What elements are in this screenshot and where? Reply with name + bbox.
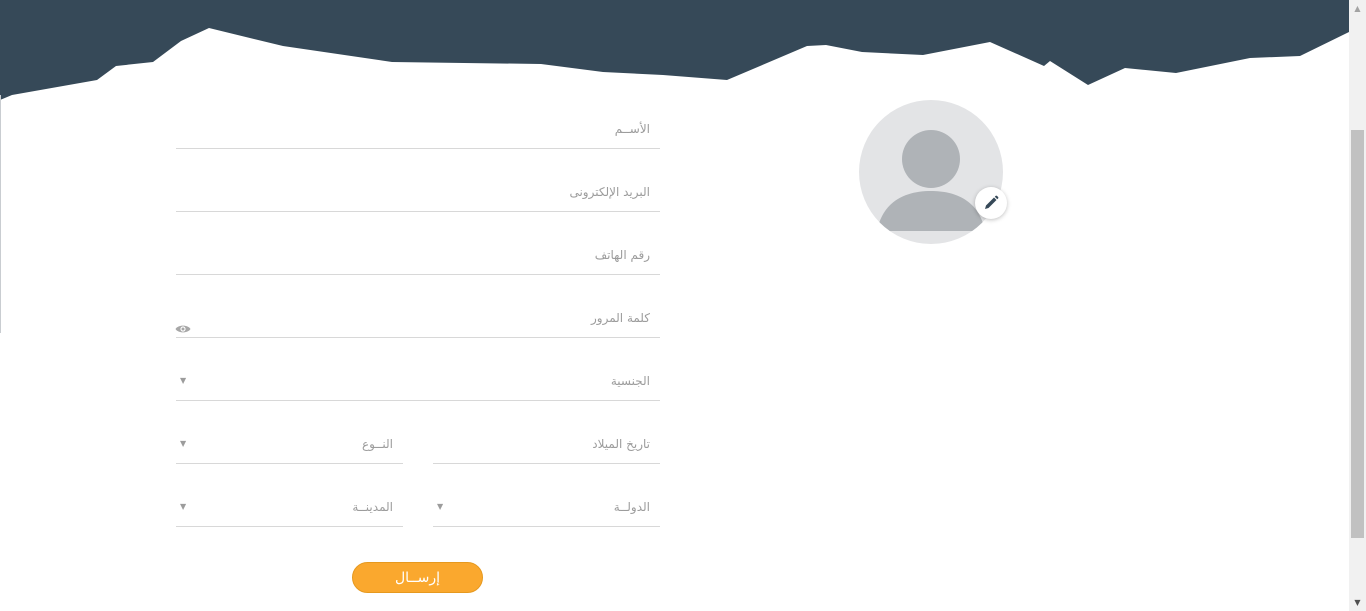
email-field[interactable]: البريد الإلكترونى bbox=[176, 171, 660, 212]
caret-down-icon: ▼ bbox=[180, 502, 187, 511]
scrollbar-thumb[interactable] bbox=[1351, 130, 1364, 538]
gender-select[interactable]: ▼ النــوع bbox=[176, 423, 403, 464]
header-banner bbox=[0, 0, 1349, 100]
country-select[interactable]: ▼ الدولــة bbox=[433, 486, 660, 527]
name-field[interactable]: الأســم bbox=[176, 108, 660, 149]
city-placeholder: المدينــة bbox=[352, 500, 393, 514]
scroll-up-arrow-icon[interactable]: ▲ bbox=[1349, 0, 1366, 17]
submit-button[interactable]: إرســال bbox=[352, 562, 483, 593]
password-field[interactable]: كلمة المرور bbox=[175, 297, 660, 338]
birthdate-field[interactable]: تاريخ الميلاد bbox=[433, 423, 660, 464]
birthdate-placeholder: تاريخ الميلاد bbox=[592, 437, 650, 451]
user-silhouette-icon bbox=[877, 130, 985, 231]
pencil-icon bbox=[985, 195, 999, 209]
phone-field[interactable]: رقم الهاتف bbox=[176, 234, 660, 275]
avatar bbox=[859, 100, 1003, 244]
vertical-scrollbar[interactable]: ▲ ▼ bbox=[1349, 0, 1366, 611]
nationality-select[interactable]: ▼ الجنسية bbox=[176, 360, 660, 401]
country-placeholder: الدولــة bbox=[613, 500, 650, 514]
avatar-edit-button[interactable] bbox=[975, 187, 1007, 219]
city-select[interactable]: ▼ المدينــة bbox=[176, 486, 403, 527]
caret-down-icon: ▼ bbox=[180, 376, 187, 385]
caret-down-icon: ▼ bbox=[180, 439, 187, 448]
gender-placeholder: النــوع bbox=[361, 437, 393, 451]
phone-placeholder: رقم الهاتف bbox=[594, 248, 650, 262]
scroll-down-arrow-icon[interactable]: ▼ bbox=[1349, 594, 1366, 611]
nationality-placeholder: الجنسية bbox=[610, 374, 650, 388]
eye-icon[interactable] bbox=[175, 323, 191, 335]
caret-down-icon: ▼ bbox=[437, 502, 444, 511]
name-placeholder: الأســم bbox=[614, 122, 650, 136]
email-placeholder: البريد الإلكترونى bbox=[569, 185, 650, 199]
page-left-border bbox=[0, 95, 1, 333]
password-placeholder: كلمة المرور bbox=[590, 311, 650, 325]
